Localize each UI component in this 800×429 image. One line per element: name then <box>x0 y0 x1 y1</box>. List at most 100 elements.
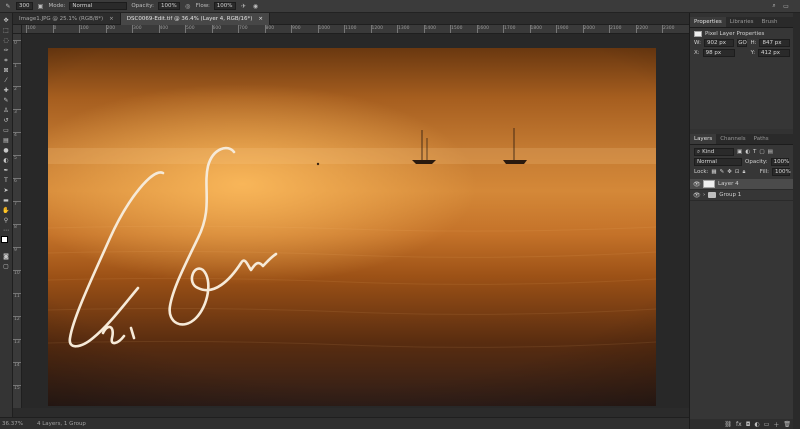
chevron-right-icon[interactable]: › <box>703 192 705 198</box>
hand-tool-icon[interactable]: ✋ <box>2 206 11 215</box>
layer-filter-select[interactable]: ⌕ Kind <box>694 148 734 156</box>
gradient-tool-icon[interactable]: ▤ <box>2 136 11 145</box>
add-mask-icon[interactable]: ◘ <box>746 421 751 428</box>
filter-type-icon[interactable]: T <box>753 149 756 155</box>
tab-brush[interactable]: Brush <box>758 17 782 27</box>
layer-opacity-field[interactable]: 100% <box>770 158 789 166</box>
brush-tool-icon[interactable]: ✎ <box>2 96 11 105</box>
new-layer-icon[interactable]: ＋ <box>773 420 779 429</box>
adjustment-layer-icon[interactable]: ◐ <box>754 421 759 428</box>
new-group-icon[interactable]: ▭ <box>764 421 770 428</box>
layer-name[interactable]: Layer 4 <box>718 181 739 187</box>
opacity-field[interactable]: 100% <box>157 2 180 10</box>
more-tools-icon[interactable]: ⋯ <box>2 226 11 235</box>
brush-size-picker[interactable]: 300 <box>16 2 33 10</box>
tab-layers[interactable]: Layers <box>690 134 717 144</box>
layer-row-layer-4[interactable]: 👁︎ Layer 4 <box>690 179 794 190</box>
layer-style-icon[interactable]: fx <box>736 421 742 428</box>
width-value: 902 px <box>706 40 726 46</box>
history-brush-icon[interactable]: ↺ <box>2 116 11 125</box>
pressure-size-icon[interactable]: ◉ <box>252 2 260 10</box>
crop-tool-icon[interactable]: ⌗ <box>2 56 11 65</box>
filter-adjust-icon[interactable]: ◐ <box>745 149 750 155</box>
filter-pixel-icon[interactable]: ▣ <box>737 149 742 155</box>
ruler-v-label: 9 <box>14 248 17 253</box>
lock-artboard-icon[interactable]: ⊡ <box>735 169 740 175</box>
type-tool-icon[interactable]: T <box>2 176 11 185</box>
blend-mode-select[interactable]: Normal <box>694 158 742 166</box>
pen-tool-icon[interactable]: ✒ <box>2 166 11 175</box>
marquee-tool-icon[interactable]: ⬚ <box>2 26 11 35</box>
blur-tool-icon[interactable]: ● <box>2 146 11 155</box>
ruler-h-label: 800 <box>265 26 275 31</box>
mode-select[interactable]: Normal <box>69 2 128 10</box>
shape-tool-icon[interactable]: ▬ <box>2 196 11 205</box>
tab-properties[interactable]: Properties <box>690 17 726 27</box>
zoom-level[interactable]: 36.37% <box>2 421 23 427</box>
y-label: Y: <box>750 50 756 56</box>
ruler-h-tick <box>158 25 160 33</box>
x-field[interactable]: 98 px <box>702 49 735 57</box>
y-field[interactable]: 412 px <box>758 49 790 57</box>
stamp-tool-icon[interactable]: ♙ <box>2 106 11 115</box>
close-icon[interactable]: × <box>258 16 263 22</box>
eyedropper-tool-icon[interactable]: ⁄ <box>2 76 11 85</box>
lock-position-icon[interactable]: ✥ <box>727 169 732 175</box>
move-tool-icon[interactable]: ✥ <box>2 16 11 25</box>
dodge-tool-icon[interactable]: ◐ <box>2 156 11 165</box>
lasso-tool-icon[interactable]: ◌ <box>2 36 11 45</box>
brush-tool-icon[interactable]: ✎ <box>4 2 12 10</box>
ruler-h-tick <box>52 25 54 33</box>
foreground-color-swatch[interactable] <box>1 236 8 243</box>
ruler-v-label: 5 <box>14 156 17 161</box>
lock-all-icon[interactable]: 🔒︎ <box>742 169 745 176</box>
eraser-tool-icon[interactable]: ▭ <box>2 126 11 135</box>
height-field[interactable]: 847 px <box>759 39 790 47</box>
tab-channels[interactable]: Channels <box>716 134 749 144</box>
ruler-corner[interactable] <box>13 25 22 34</box>
document-info[interactable]: 4 Layers, 1 Group <box>37 421 86 427</box>
flow-field[interactable]: 100% <box>213 2 236 10</box>
workspace-icon[interactable]: ▭ <box>782 2 790 10</box>
path-select-tool-icon[interactable]: ➤ <box>2 186 11 195</box>
search-icon[interactable]: ⌕ <box>770 2 778 10</box>
healing-tool-icon[interactable]: ✚ <box>2 86 11 95</box>
opacity-label: Opacity: <box>131 3 154 9</box>
link-layers-icon[interactable]: ⛓ <box>724 421 732 428</box>
quick-mask-icon[interactable]: ◙ <box>2 252 11 261</box>
visibility-eye-icon[interactable]: 👁︎ <box>693 181 701 188</box>
frame-tool-icon[interactable]: ⊠ <box>2 66 11 75</box>
color-swatches-icon[interactable] <box>1 236 11 248</box>
width-field[interactable]: 902 px <box>703 39 735 47</box>
screen-mode-icon[interactable]: ▢ <box>2 262 11 271</box>
tab-paths[interactable]: Paths <box>750 134 773 144</box>
zoom-tool-icon[interactable]: ⚲ <box>2 216 11 225</box>
folder-icon <box>708 192 717 198</box>
brush-settings-icon[interactable]: ▣ <box>37 2 45 10</box>
layer-name[interactable]: Group 1 <box>719 192 741 198</box>
ruler-v-label: 7 <box>14 202 17 207</box>
image-canvas[interactable] <box>48 48 656 406</box>
tab-libraries[interactable]: Libraries <box>726 17 758 27</box>
horizontal-ruler[interactable]: 100 0 100 200 300 400 500 600 700 800 900 1000 1100 1… <box>22 25 701 34</box>
vertical-ruler[interactable]: 0 1 2 3 4 5 6 7 8 9 10 11 12 13 14 15 <box>13 34 22 408</box>
fill-field[interactable]: 100% <box>772 168 791 176</box>
link-icon-label: GO <box>738 40 747 46</box>
pressure-opacity-icon[interactable]: ◎ <box>184 2 192 10</box>
layer-row-group-1[interactable]: 👁︎ › Group 1 <box>690 190 794 201</box>
canvas-area[interactable] <box>22 34 689 408</box>
link-dimensions-icon[interactable]: GO <box>737 39 748 47</box>
filter-shape-icon[interactable]: ▢ <box>759 149 764 155</box>
lock-pixels-icon[interactable]: ▦ <box>711 169 716 175</box>
trash-icon[interactable]: 🗑︎ <box>783 421 791 428</box>
close-icon[interactable]: × <box>109 16 114 22</box>
visibility-eye-icon[interactable]: 👁︎ <box>693 192 701 199</box>
airbrush-icon[interactable]: ✈ <box>240 2 248 10</box>
ruler-v-label: 13 <box>14 340 20 345</box>
lock-paint-icon[interactable]: ✎ <box>720 169 725 175</box>
quick-select-tool-icon[interactable]: ✑ <box>2 46 11 55</box>
y-value: 412 px <box>761 50 781 56</box>
filter-smart-icon[interactable]: ▤ <box>768 149 773 155</box>
doc-tab-image1[interactable]: Image1.JPG @ 25.1% (RGB/8*) × <box>13 13 121 25</box>
doc-tab-dsc0069[interactable]: DSC0069-Edit.tif @ 36.4% (Layer 4, RGB/1… <box>120 13 270 25</box>
